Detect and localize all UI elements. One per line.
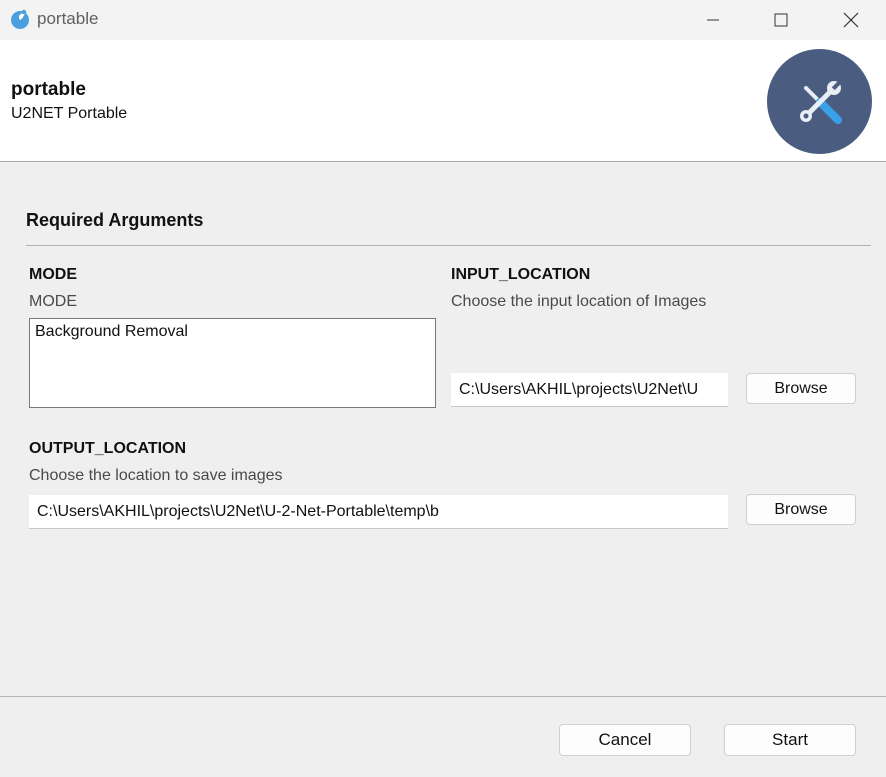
window-title: portable (37, 9, 99, 28)
minimize-button[interactable] (680, 0, 746, 40)
header-logo (767, 49, 872, 154)
maximize-button[interactable] (748, 0, 814, 40)
input-browse-button[interactable]: Browse (746, 373, 856, 404)
header-subtitle: U2NET Portable (11, 105, 128, 122)
mode-listbox[interactable]: Background Removal (29, 318, 436, 408)
cancel-button[interactable]: Cancel (559, 724, 691, 756)
output-browse-button[interactable]: Browse (746, 494, 856, 525)
mode-help: MODE (29, 293, 77, 310)
output-location-field[interactable]: C:\Users\AKHIL\projects\U2Net\U-2-Net-Po… (29, 495, 728, 529)
close-button[interactable] (818, 0, 884, 40)
section-title: Required Arguments (26, 210, 204, 230)
start-button[interactable]: Start (724, 724, 856, 756)
input-location-field[interactable]: C:\Users\AKHIL\projects\U2Net\U (451, 373, 728, 407)
title-bar: portable (0, 0, 886, 40)
minimize-icon (707, 19, 719, 21)
header-panel: portable U2NET Portable (0, 40, 886, 162)
tools-icon (799, 80, 842, 124)
close-icon (843, 12, 859, 28)
output-location-help: Choose the location to save images (29, 467, 283, 484)
mode-label: MODE (29, 266, 77, 283)
input-location-label: INPUT_LOCATION (451, 266, 591, 283)
maximize-icon (774, 13, 788, 27)
footer-divider (0, 696, 886, 697)
python-icon (11, 9, 29, 29)
section-divider (26, 245, 871, 246)
mode-option[interactable]: Background Removal (35, 323, 430, 341)
header-title: portable (11, 79, 86, 100)
output-location-label: OUTPUT_LOCATION (29, 440, 187, 457)
input-location-help: Choose the input location of Images (451, 293, 707, 310)
